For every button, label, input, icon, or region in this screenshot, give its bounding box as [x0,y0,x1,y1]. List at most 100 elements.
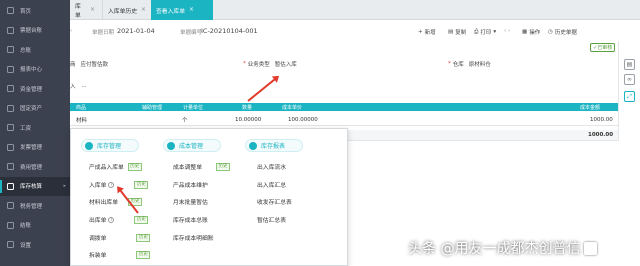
sidebar-item-home[interactable]: 首页 [0,1,70,21]
sidebar-item-closing[interactable]: 结账 [0,216,70,236]
tab-view-inbound[interactable]: 查看入库单 × [151,0,213,20]
menu-item-product-cost[interactable]: 产品成本维护 [173,180,208,189]
menu-item-label: 收发存汇总表 [257,200,292,206]
supplier-field[interactable]: 商应付暂估款 [70,60,108,68]
chevron-right-icon: ▸ [63,183,66,190]
menu-item-estimate-summary[interactable]: 暂估汇总表 [257,215,286,224]
menu-item-cost-adjustment[interactable]: 成本调整单 历史 [173,162,230,171]
sidebar-item-fixed-assets[interactable]: 固定资产 [0,99,70,119]
document-icon[interactable]: ▤ [624,59,635,70]
history-tag[interactable]: 历史 [136,233,151,242]
tab-label: 入库单历史 [108,8,137,15]
menu-item-assembly[interactable]: 拆装单 历史 [89,250,151,259]
sidebar-item-label: 设置 [20,242,32,249]
sidebar-item-label: 税务管理 [20,203,43,210]
date-label: 单据日期 [92,30,115,36]
date-value[interactable]: 2021-01-04 [117,27,155,35]
menu-item-cost-ledger[interactable]: 库存成本总账 [173,215,208,224]
handler-field[interactable]: 入... [70,82,87,90]
number-value: IC-20210104-001 [201,27,258,35]
history-tag[interactable]: 历史 [136,250,151,259]
inventory-group-icon [85,141,93,150]
sidebar-item-label: 首页 [20,8,32,15]
sidebar-item-expenses[interactable]: 费用管理 [0,157,70,177]
tax-icon [7,202,14,210]
cell-amount: 1000.00 [590,117,613,123]
menu-item-stock-summary[interactable]: 出入库汇总 [257,180,286,189]
sidebar-item-label: 报表中心 [20,67,43,74]
watermark: 头条 @用友一成都杰创普信 [408,238,598,258]
sidebar-item-invoices[interactable]: 发票管理 [0,138,70,158]
sidebar-item-settings[interactable]: 设置 [0,235,70,255]
sidebar-item-tax[interactable]: 税务管理 [0,196,70,216]
back-icon[interactable]: ‹ [70,28,72,34]
col-aux: 辅助管理 [142,104,163,111]
col-qty: 数量 [242,104,253,111]
sidebar-item-inventory[interactable]: 库存核算 ▸ [0,176,70,196]
tab-outbound[interactable]: 库单 × [70,0,100,20]
report-icon [7,65,14,73]
warehouse-label: 仓库 [452,62,464,68]
menu-item-receive-issue-summary[interactable]: 收发存汇总表 [257,197,292,206]
history-button[interactable]: ◷ 历史单据 [548,28,577,36]
form-fields: 商应付暂估款 * 业务类型 暂估入库 * 仓库 原材料仓 入... [70,54,640,94]
cost-group-icon [167,141,175,150]
sidebar-item-label: 库存核算 [20,184,43,191]
ledger-icon [7,26,14,34]
cell-unit: 个 [182,118,188,124]
required-mark: * [448,61,451,67]
menu-item-stock-flow[interactable]: 出入库流水 [257,162,286,171]
close-icon[interactable]: × [90,7,95,13]
close-icon[interactable]: × [141,7,146,13]
menu-item-finished-goods-inbound[interactable]: 产成品入库单 历史 [89,162,142,171]
link-icon[interactable]: ∞ [624,74,635,85]
sidebar-item-label: 发票管理 [20,145,43,152]
status-badge-text: 已审核 [597,45,613,51]
menu-item-cost-detail[interactable]: 库存成本明细账 [173,233,214,242]
copy-button[interactable]: ▤ 复制 [448,28,466,36]
handler-value: ... [81,83,87,89]
cell-qty: 10.00000 [235,117,262,123]
history-tag[interactable]: 历史 [134,215,149,224]
print-button[interactable]: ⎙ 打印 ▾ [474,28,496,37]
nav-arrows[interactable]: ‹ › [504,28,510,34]
warehouse-value: 原材料仓 [468,62,491,68]
cell-item: 材料 [76,118,88,124]
menu-item-outbound[interactable]: 出库单? 历史 [89,215,149,224]
menu-item-label: 调拨单 [89,236,107,242]
handler-label: 入 [70,84,76,90]
cell-total-amount: 1000.00 [588,132,614,138]
print-icon: ⎙ [474,28,479,35]
sidebar-item-label: 资金管理 [20,86,43,93]
close-icon[interactable]: × [189,7,194,13]
operations-label: 操作 [529,30,541,36]
sidebar-item-label: 费用管理 [20,164,43,171]
sidebar-item-general-ledger[interactable]: 总账 [0,40,70,60]
sidebar-item-funds[interactable]: 资金管理 [0,79,70,99]
sidebar-item-reports[interactable]: 报表中心 [0,60,70,80]
history-tag[interactable]: 历史 [134,180,149,189]
sidebar-item-label: 结账 [20,223,32,230]
sidebar-item-wages[interactable]: 工资 [0,118,70,138]
expense-icon [7,163,14,171]
menu-item-month-end-estimate[interactable]: 月末批量暂估 [173,197,208,206]
menu-item-label: 出入库汇总 [257,183,286,189]
col-price: 成本单价 [282,104,303,111]
table-header: 商品 辅助管理 计量单位 数量 成本单价 成本金额 [70,103,618,111]
group-title: 成本管理 [179,143,204,150]
history-tag[interactable]: 历史 [216,162,230,171]
supplier-value: 应付暂估款 [80,62,109,68]
sidebar-item-ledger[interactable]: 票据台账 [0,21,70,41]
expand-icon[interactable]: ⤢ [624,91,635,102]
history-tag[interactable]: 历史 [127,162,142,171]
table-row[interactable]: 材料 个 10.00000 100.00000 1000.00 [70,115,618,126]
tab-bar: 库单 × 入库单历史 × 查看入库单 × [70,0,640,20]
menu-item-material-outbound[interactable]: 材料出库单 历史 [89,197,142,206]
menu-item-transfer[interactable]: 调拨单 历史 [89,233,151,242]
new-button[interactable]: + 新增 [418,28,436,36]
operations-icon: ▦ [522,29,528,35]
operations-button[interactable]: ▦ 操作 [522,28,540,36]
business-type-field[interactable]: * 业务类型 暂估入库 [243,60,297,68]
warehouse-field[interactable]: * 仓库 原材料仓 [448,60,491,68]
invoice-icon [7,143,14,151]
